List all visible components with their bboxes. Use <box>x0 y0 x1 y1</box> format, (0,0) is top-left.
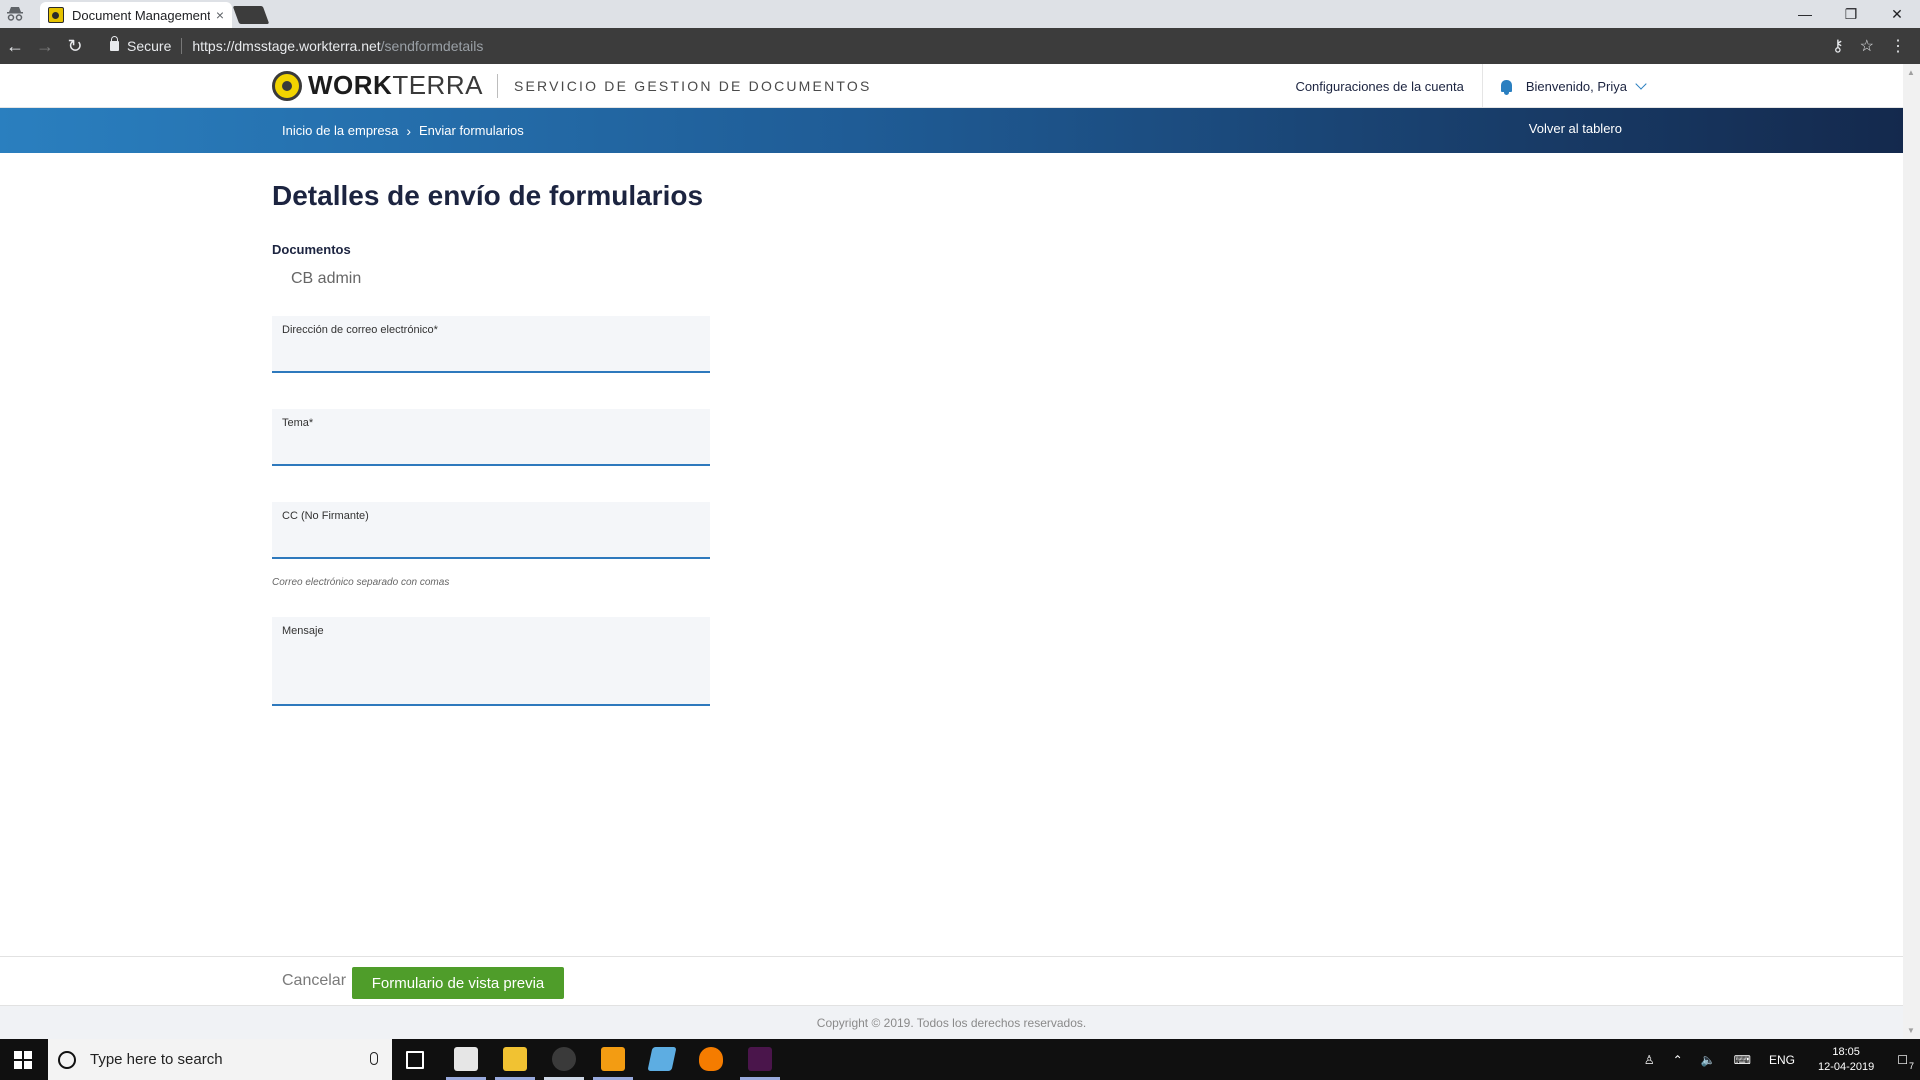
tab-close-icon[interactable]: × <box>216 7 224 23</box>
page: WORKTERRA SERVICIO DE GESTION DE DOCUMEN… <box>0 64 1903 1039</box>
document-item: CB admin <box>291 270 362 287</box>
language-indicator[interactable]: ENG <box>1769 1053 1795 1067</box>
workterra-favicon-icon <box>48 7 64 23</box>
subject-field-label: Tema* <box>282 417 314 429</box>
message-field-label: Mensaje <box>282 625 324 637</box>
notifications-icon[interactable]: ☐ 7 <box>1897 1053 1914 1071</box>
system-tray: ♙ ⌃ 🔈 ⌨ ENG 18:05 12-04-2019 ☐ 7 <box>1635 1039 1920 1080</box>
breadcrumb-chevron-icon: › <box>406 122 412 139</box>
breadcrumb: Inicio de la empresa › Enviar formulario… <box>282 108 524 153</box>
page-title: Detalles de envío de formularios <box>272 180 704 211</box>
cc-helper-text: Correo electrónico separado con comas <box>272 577 450 588</box>
cancel-button[interactable]: Cancelar <box>282 972 346 990</box>
key-icon[interactable]: ⚷ <box>1832 36 1844 56</box>
breadcrumb-send-forms[interactable]: Enviar formularios <box>419 123 524 138</box>
scroll-down-icon[interactable]: ▼ <box>1907 1026 1915 1035</box>
url-path[interactable]: /sendformdetails <box>381 38 484 54</box>
subject-input[interactable] <box>282 437 700 459</box>
cortana-icon <box>58 1050 76 1069</box>
breadcrumb-company-home[interactable]: Inicio de la empresa <box>282 123 398 138</box>
back-arrow-icon[interactable]: ← <box>0 31 30 61</box>
media-player-icon[interactable] <box>601 1047 625 1071</box>
volume-icon[interactable]: 🔈 <box>1701 1053 1716 1067</box>
bell-icon[interactable] <box>1500 80 1512 95</box>
account-settings-link[interactable]: Configuraciones de la cuenta <box>1295 79 1463 94</box>
browser-tab[interactable]: Document Management × <box>40 2 232 28</box>
vertical-scrollbar[interactable]: ▲ ▼ <box>1903 64 1920 1039</box>
message-field[interactable]: Mensaje <box>272 617 710 706</box>
forward-arrow-icon[interactable]: → <box>30 31 60 61</box>
restore-icon[interactable]: ❐ <box>1828 0 1874 28</box>
page-footer: Copyright © 2019. Todos los derechos res… <box>0 1006 1903 1039</box>
url-host[interactable]: https://dmsstage.workterra.net <box>192 38 380 54</box>
logo-text: WORKTERRA <box>308 70 483 100</box>
service-title: SERVICIO DE GESTION DE DOCUMENTOS <box>513 77 872 94</box>
site-header: WORKTERRA SERVICIO DE GESTION DE DOCUMEN… <box>0 64 1903 108</box>
browser-tab-bar: Document Management × — ❐ ✕ <box>0 0 1920 28</box>
documents-label: Documentos <box>272 242 351 257</box>
tab-title: Document Management <box>71 7 210 23</box>
taskbar-search-placeholder: Type here to search <box>90 1051 223 1068</box>
header-divider <box>1481 64 1483 108</box>
cc-field[interactable]: CC (No Firmante) <box>272 502 710 559</box>
task-view-icon[interactable] <box>406 1051 424 1069</box>
bookmark-star-icon[interactable]: ☆ <box>1860 36 1874 56</box>
action-bar: Cancelar Formulario de vista previa <box>0 956 1903 1006</box>
header-user-area: Configuraciones de la cuenta Bienvenido,… <box>1295 64 1647 108</box>
email-input[interactable] <box>282 344 700 366</box>
chevron-down-icon[interactable] <box>1635 78 1647 90</box>
slack-icon[interactable] <box>748 1047 772 1071</box>
notepad-icon[interactable] <box>647 1047 677 1071</box>
cc-field-label: CC (No Firmante) <box>282 510 369 522</box>
lock-icon <box>110 36 119 51</box>
tray-chevron-up-icon[interactable]: ⌃ <box>1673 1053 1683 1067</box>
logo-divider <box>496 73 498 98</box>
clock-date: 12-04-2019 <box>1817 1060 1875 1073</box>
chrome-icon[interactable] <box>552 1047 576 1071</box>
clock-time: 18:05 <box>1832 1045 1860 1058</box>
mail-app-icon[interactable] <box>454 1047 478 1071</box>
menu-dots-icon[interactable]: ⋮ <box>1890 36 1906 56</box>
app-flame-icon[interactable] <box>699 1047 723 1071</box>
people-icon[interactable]: ♙ <box>1644 1053 1655 1067</box>
window-controls: — ❐ ✕ <box>1782 0 1920 28</box>
cc-input[interactable] <box>282 530 700 552</box>
secure-label: Secure <box>127 38 172 54</box>
reload-icon[interactable]: ↻ <box>60 31 90 61</box>
copyright-text: Copyright © 2019. Todos los derechos res… <box>816 1016 1087 1030</box>
email-field[interactable]: Dirección de correo electrónico* <box>272 316 710 373</box>
notification-count: 7 <box>1908 1060 1914 1071</box>
logo[interactable]: WORKTERRA SERVICIO DE GESTION DE DOCUMEN… <box>272 70 872 101</box>
new-tab-button[interactable] <box>232 6 270 24</box>
navigation-bar: Inicio de la empresa › Enviar formulario… <box>0 108 1903 153</box>
preview-form-button[interactable]: Formulario de vista previa <box>352 967 564 999</box>
subject-field[interactable]: Tema* <box>272 409 710 466</box>
back-to-dashboard-link[interactable]: Volver al tablero <box>1529 121 1622 136</box>
scroll-up-icon[interactable]: ▲ <box>1907 68 1915 77</box>
minimize-icon[interactable]: — <box>1782 0 1828 28</box>
message-textarea[interactable] <box>282 645 700 699</box>
incognito-icon <box>7 7 23 21</box>
url-separator <box>181 38 183 54</box>
windows-taskbar: Type here to search ♙ ⌃ 🔈 ⌨ ENG 18:05 12… <box>0 1039 1920 1080</box>
close-window-icon[interactable]: ✕ <box>1874 0 1920 28</box>
clock[interactable]: 18:05 12-04-2019 <box>1818 1045 1874 1075</box>
address-bar-actions: ⚷ ☆ ⋮ <box>1832 36 1906 56</box>
workterra-logo-icon <box>272 70 302 101</box>
welcome-user-menu[interactable]: Bienvenido, Priya <box>1526 79 1627 94</box>
address-bar: ← → ↻ Secure https://dmsstage.workterra.… <box>0 28 1920 64</box>
windows-start-icon[interactable] <box>14 1051 32 1069</box>
microphone-icon[interactable] <box>370 1052 378 1065</box>
keyboard-icon[interactable]: ⌨ <box>1734 1053 1751 1067</box>
file-explorer-icon[interactable] <box>503 1047 527 1071</box>
email-field-label: Dirección de correo electrónico* <box>282 324 438 336</box>
taskbar-search-box[interactable]: Type here to search <box>48 1039 392 1080</box>
